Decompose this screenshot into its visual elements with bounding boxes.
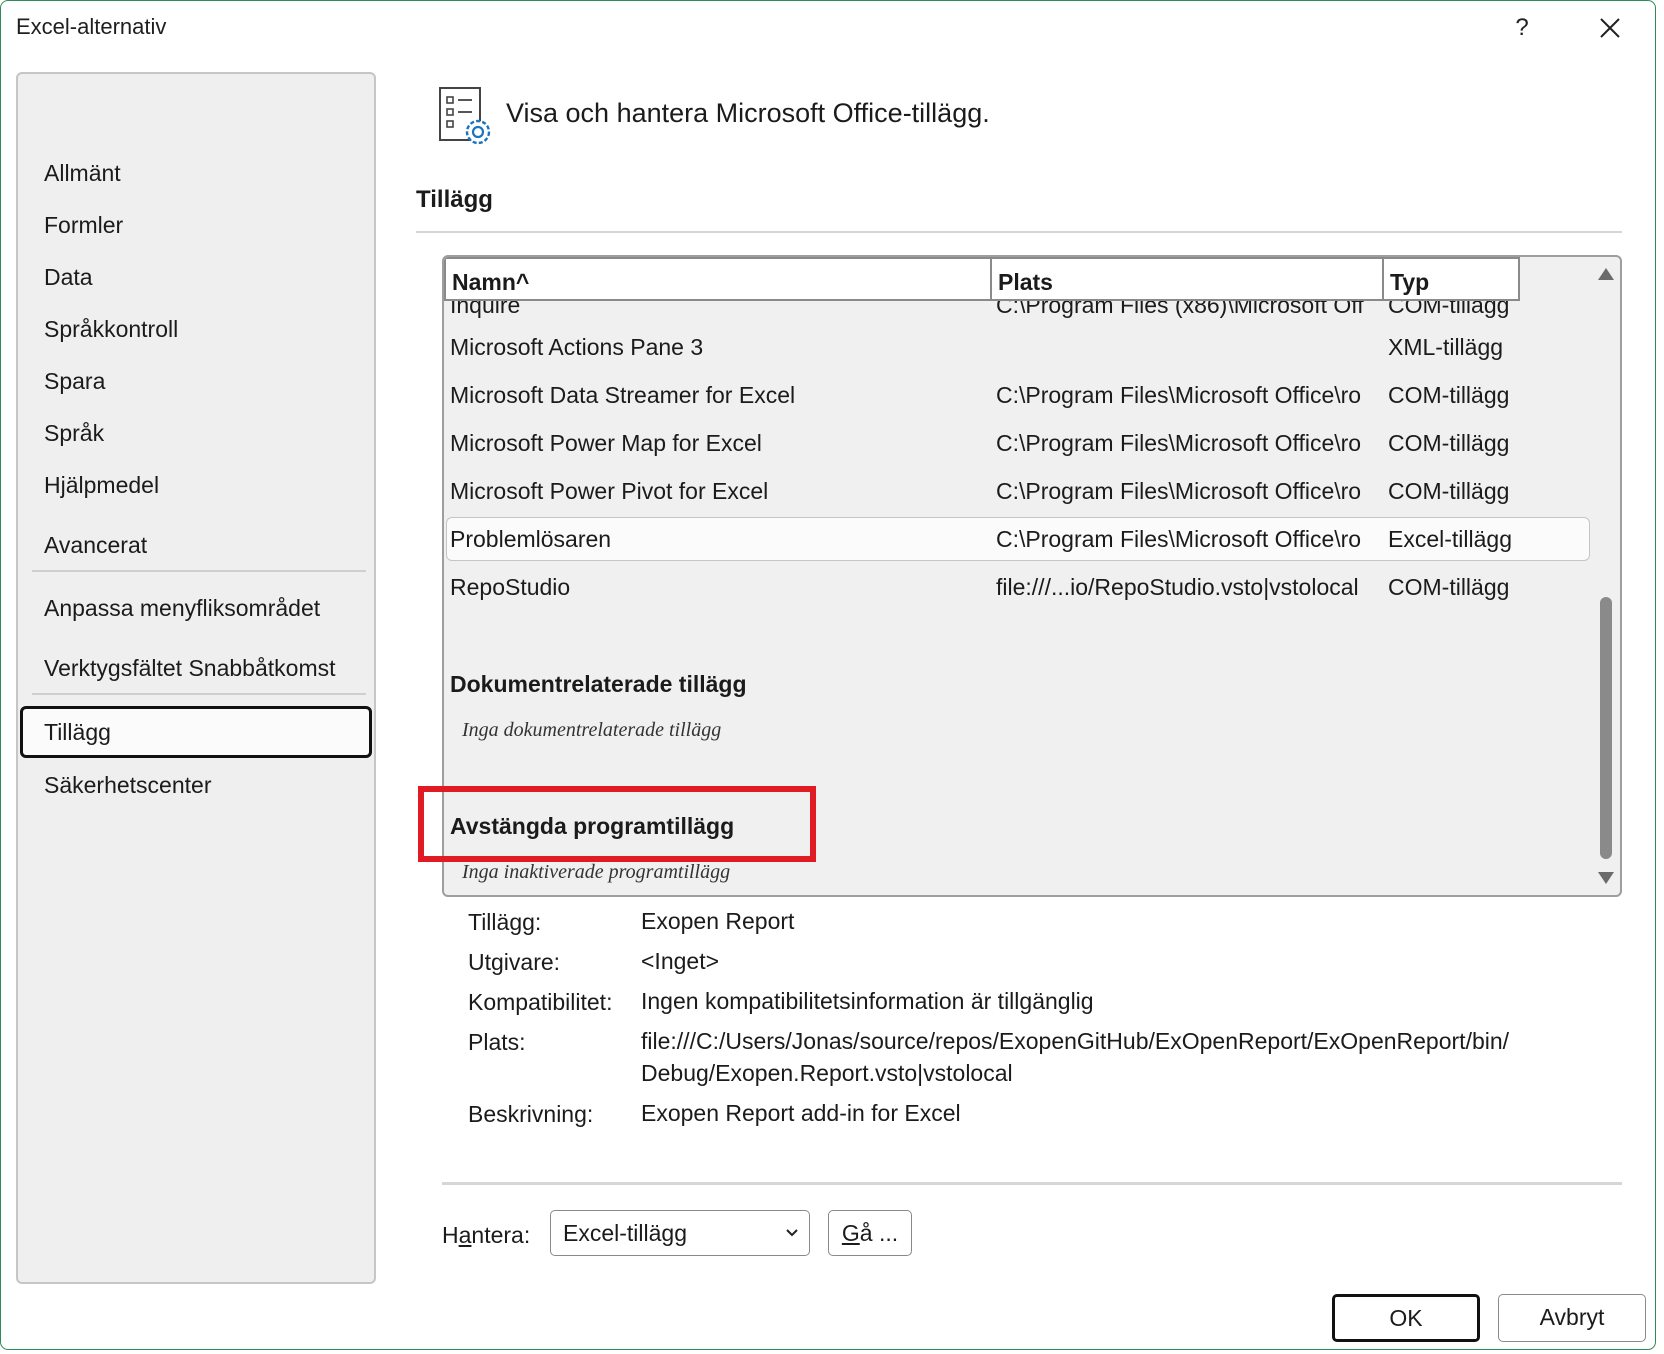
nav-item-formler[interactable]: Formler	[44, 203, 123, 247]
options-nav: Allmänt Formler Data Språkkontroll Spara…	[16, 72, 376, 1284]
row-name: Microsoft Actions Pane 3	[450, 334, 704, 360]
close-button[interactable]	[1588, 6, 1632, 50]
manage-select-value: Excel-tillägg	[563, 1220, 687, 1246]
window-title: Excel-alternativ	[16, 14, 167, 39]
column-header-namn[interactable]: Namn^	[444, 257, 992, 301]
row-type: COM-tillägg	[1388, 382, 1510, 408]
detail-value-location-2: Debug/Exopen.Report.vsto|vstolocal	[641, 1060, 1013, 1086]
group-title-dokumentrelaterade: Dokumentrelaterade tillägg	[450, 671, 747, 697]
detail-value-location-1: file:///C:/Users/Jonas/source/repos/Exop…	[641, 1028, 1510, 1054]
row-name: Microsoft Power Map for Excel	[450, 430, 762, 456]
row-type: XML-tillägg	[1388, 334, 1504, 360]
row-type: COM-tillägg	[1388, 478, 1510, 504]
highlight-callout	[418, 786, 816, 862]
addins-gear-icon	[439, 87, 491, 145]
ok-button[interactable]: OK	[1332, 1294, 1480, 1342]
detail-label-compat: Kompatibilitet:	[468, 989, 613, 1015]
row-type: Excel-tillägg	[1388, 526, 1512, 552]
section-title: Tillägg	[416, 186, 493, 213]
nav-item-spara[interactable]: Spara	[44, 359, 105, 403]
row-location: C:\Program Files\Microsoft Office\ro	[996, 430, 1362, 456]
nav-item-sprak[interactable]: Språk	[44, 411, 104, 455]
nav-item-hjalpmedel[interactable]: Hjälpmedel	[44, 463, 159, 507]
column-header-typ[interactable]: Typ	[1382, 257, 1520, 301]
page-heading: Visa och hantera Microsoft Office-tilläg…	[506, 98, 990, 128]
nav-item-snabbatkomst[interactable]: Verktygsfältet Snabbåtkomst	[44, 646, 336, 690]
nav-separator	[32, 570, 366, 572]
scrollbar-thumb[interactable]	[1600, 597, 1612, 859]
group-empty-text: Inga inaktiverade programtillägg	[462, 861, 731, 883]
row-type: COM-tillägg	[1388, 574, 1510, 600]
help-button[interactable]: ?	[1500, 6, 1544, 50]
detail-value-compat: Ingen kompatibilitetsinformation är till…	[641, 988, 1094, 1014]
detail-label-publisher: Utgivare:	[468, 949, 561, 975]
nav-item-tillagg[interactable]: Tillägg	[44, 710, 111, 754]
list-scrollbar[interactable]	[1592, 257, 1618, 895]
table-row[interactable]: Microsoft Power Pivot for Excel C:\Progr…	[444, 467, 1594, 515]
row-name: Microsoft Power Pivot for Excel	[450, 478, 769, 504]
table-row-selected[interactable]: Problemlösaren C:\Program Files\Microsof…	[444, 515, 1594, 563]
detail-value-description: Exopen Report add-in for Excel	[641, 1100, 961, 1126]
nav-item-data[interactable]: Data	[44, 255, 93, 299]
row-location: file:///...io/RepoStudio.vsto|vstolocal	[996, 574, 1359, 600]
detail-label-location: Plats:	[468, 1029, 526, 1055]
row-location: C:\Program Files\Microsoft Office\ro	[996, 526, 1362, 552]
nav-item-anpassa-menyfliksomradet[interactable]: Anpassa menyfliksområdet	[44, 586, 320, 630]
nav-item-avancerat[interactable]: Avancerat	[44, 523, 147, 567]
manage-label: Hantera:	[442, 1222, 531, 1248]
table-row[interactable]: RepoStudio file:///...io/RepoStudio.vsto…	[444, 563, 1594, 611]
scroll-down-icon[interactable]	[1597, 871, 1615, 885]
scroll-up-icon[interactable]	[1597, 267, 1615, 281]
cancel-button[interactable]: Avbryt	[1498, 1294, 1646, 1342]
detail-value-addin: Exopen Report	[641, 908, 795, 934]
nav-item-sakerhetscenter[interactable]: Säkerhetscenter	[44, 763, 211, 807]
group-empty-text: Inga dokumentrelaterade tillägg	[462, 719, 722, 741]
detail-label-addin: Tillägg:	[468, 909, 542, 935]
table-row[interactable]: Microsoft Actions Pane 3 XML-tillägg	[444, 323, 1594, 371]
row-name: Microsoft Data Streamer for Excel	[450, 382, 796, 408]
nav-item-allmant[interactable]: Allmänt	[44, 151, 121, 195]
detail-label-description: Beskrivning:	[468, 1101, 594, 1127]
go-button[interactable]: Gå ...	[828, 1210, 912, 1256]
row-name: RepoStudio	[450, 574, 571, 600]
section-divider	[416, 231, 1622, 233]
detail-value-publisher: <Inget>	[641, 948, 720, 974]
table-row[interactable]: Microsoft Data Streamer for Excel C:\Pro…	[444, 371, 1594, 419]
table-row[interactable]: Microsoft Power Map for Excel C:\Program…	[444, 419, 1594, 467]
column-header-plats[interactable]: Plats	[990, 257, 1384, 301]
row-name: Problemlösaren	[450, 526, 612, 552]
manage-select[interactable]: Excel-tillägg	[550, 1210, 810, 1256]
row-location: C:\Program Files\Microsoft Office\ro	[996, 478, 1362, 504]
row-type: COM-tillägg	[1388, 430, 1510, 456]
nav-item-sprakkontroll[interactable]: Språkkontroll	[44, 307, 178, 351]
nav-separator	[32, 693, 366, 695]
row-location: C:\Program Files\Microsoft Office\ro	[996, 382, 1362, 408]
details-divider	[442, 1182, 1622, 1185]
chevron-down-icon	[786, 1229, 798, 1237]
close-icon	[1600, 18, 1620, 38]
